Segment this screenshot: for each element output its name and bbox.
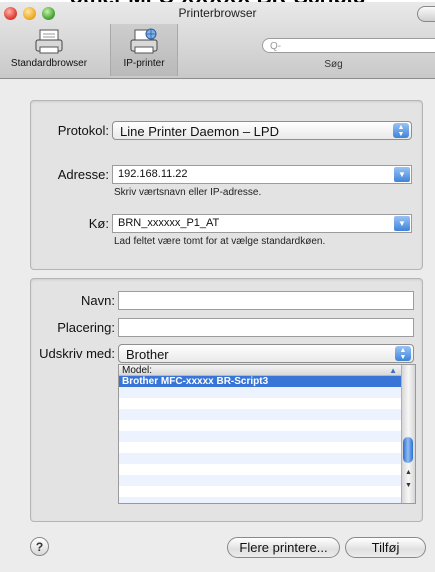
queue-field[interactable]: BRN_xxxxxx_P1_AT ▼ bbox=[112, 214, 412, 233]
list-row-empty bbox=[119, 409, 402, 420]
network-printer-icon bbox=[130, 28, 158, 54]
model-list-scrollbar[interactable]: ▲ ▼ bbox=[401, 365, 415, 503]
scroll-down-arrow-icon[interactable]: ▼ bbox=[402, 480, 415, 492]
window-title: Printerbrowser bbox=[178, 6, 257, 20]
address-value: 192.168.11.22 bbox=[118, 168, 188, 180]
toolbar-search: Q- Søg bbox=[232, 24, 435, 76]
model-header-label: Model: bbox=[122, 365, 153, 376]
queue-value: BRN_xxxxxx_P1_AT bbox=[118, 217, 220, 229]
printer-details-panel: Navn: Placering: Udskriv med: Brother ▲ ▼… bbox=[30, 278, 423, 522]
print-with-select[interactable]: Brother ▲ ▼ bbox=[118, 344, 414, 363]
name-label: Navn: bbox=[81, 293, 115, 308]
list-row-empty bbox=[119, 387, 402, 398]
print-with-label: Udskriv med: bbox=[39, 346, 115, 361]
location-label: Placering: bbox=[57, 320, 115, 335]
model-column-header[interactable]: Model: ▲ bbox=[119, 365, 402, 376]
queue-label: Kø: bbox=[88, 216, 109, 231]
name-input[interactable] bbox=[118, 291, 414, 310]
toolbar-toggle-button[interactable] bbox=[417, 6, 435, 22]
connection-panel: Protokol: Line Printer Daemon – LPD ▲ ▼ A… bbox=[30, 100, 423, 270]
scroll-up-arrow-icon[interactable]: ▲ bbox=[402, 467, 415, 479]
list-row-empty bbox=[119, 431, 402, 442]
more-printers-button[interactable]: Flere printere... bbox=[227, 537, 340, 558]
queue-hint: Lad feltet være tomt for at vælge standa… bbox=[114, 236, 326, 247]
add-button[interactable]: Tilføj bbox=[345, 537, 426, 558]
dropdown-arrow-icon[interactable]: ▼ bbox=[394, 216, 410, 231]
protocol-value: Line Printer Daemon – LPD bbox=[120, 124, 279, 139]
search-input[interactable]: Q- bbox=[262, 38, 435, 53]
protocol-label: Protokol: bbox=[57, 123, 109, 138]
print-with-value: Brother bbox=[126, 347, 169, 362]
updown-arrows-icon: ▲ ▼ bbox=[393, 123, 409, 138]
updown-arrows-icon: ▲ ▼ bbox=[395, 346, 411, 361]
scrollbar-thumb[interactable] bbox=[403, 437, 413, 463]
printer-browser-window: Printerbrowser Standardbrowser IP-printe… bbox=[0, 2, 435, 572]
address-hint: Skriv værtsnavn eller IP-adresse. bbox=[114, 187, 262, 198]
toolbar-ip-printer[interactable]: IP-printer bbox=[110, 24, 178, 76]
dropdown-arrow-icon[interactable]: ▼ bbox=[394, 167, 410, 182]
printer-icon bbox=[35, 29, 63, 54]
protocol-select[interactable]: Line Printer Daemon – LPD ▲ ▼ bbox=[112, 121, 412, 140]
search-label: Søg bbox=[324, 59, 343, 70]
toolbar-standard-label: Standardbrowser bbox=[10, 58, 88, 69]
model-list[interactable]: Model: ▲ Brother MFC-xxxxx BR-Script3 ▲ … bbox=[118, 364, 416, 504]
sort-ascending-icon: ▲ bbox=[389, 366, 397, 375]
list-row-empty bbox=[119, 497, 402, 503]
list-item[interactable]: Brother MFC-xxxxx BR-Script3 bbox=[119, 376, 402, 387]
list-row-empty bbox=[119, 475, 402, 486]
location-input[interactable] bbox=[118, 318, 414, 337]
list-row-empty bbox=[119, 453, 402, 464]
help-button[interactable]: ? bbox=[30, 537, 49, 556]
title-bar: Printerbrowser Standardbrowser IP-printe… bbox=[0, 2, 435, 79]
address-label: Adresse: bbox=[57, 167, 109, 182]
address-field[interactable]: 192.168.11.22 ▼ bbox=[112, 165, 412, 184]
toolbar-standard-browser[interactable]: Standardbrowser bbox=[0, 24, 98, 76]
toolbar-ip-label: IP-printer bbox=[123, 58, 165, 69]
